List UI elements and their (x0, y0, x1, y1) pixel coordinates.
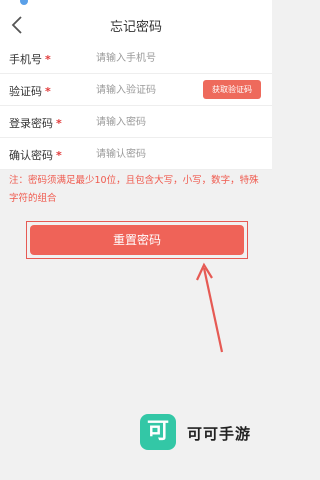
phone-label: 手机号 * (9, 53, 51, 66)
code-input[interactable] (96, 82, 196, 98)
reset-highlight-box: 重置密码 (26, 221, 248, 259)
reset-password-button[interactable]: 重置密码 (30, 225, 244, 255)
password-row: 登录密码 * (0, 106, 272, 138)
confirm-label: 确认密码 * (9, 149, 62, 162)
confirm-row: 确认密码 * (0, 138, 272, 170)
get-code-button[interactable]: 获取验证码 (203, 80, 261, 99)
code-row: 验证码* 获取验证码 (0, 74, 272, 106)
phone-input[interactable] (96, 50, 196, 66)
password-label: 登录密码 * (9, 117, 62, 130)
brand-name: 可可手游 (187, 425, 252, 443)
status-bar (0, 0, 272, 8)
password-input[interactable] (96, 114, 196, 130)
required-star: * (45, 53, 51, 66)
reset-form: 手机号* 验证码* 获取验证码 登录密码* 确认密码* (0, 42, 272, 170)
required-star: * (56, 117, 62, 130)
required-star: * (45, 85, 51, 98)
notification-dot-icon (20, 0, 28, 5)
page-title: 忘记密码 (109, 20, 162, 35)
brand-logo-icon: 可 (140, 414, 176, 450)
phone-row: 手机号 * (0, 42, 272, 74)
header: 忘记密码 (0, 8, 272, 43)
watermark: 可 可可手游 (140, 414, 270, 458)
password-rule-note: 注：密码须满足最少10位，且包含大写，小写，数字，特殊字符的组合 (9, 175, 259, 204)
confirm-input[interactable] (96, 146, 196, 162)
code-label: 验证码 * (9, 85, 51, 98)
required-star: * (56, 149, 62, 162)
